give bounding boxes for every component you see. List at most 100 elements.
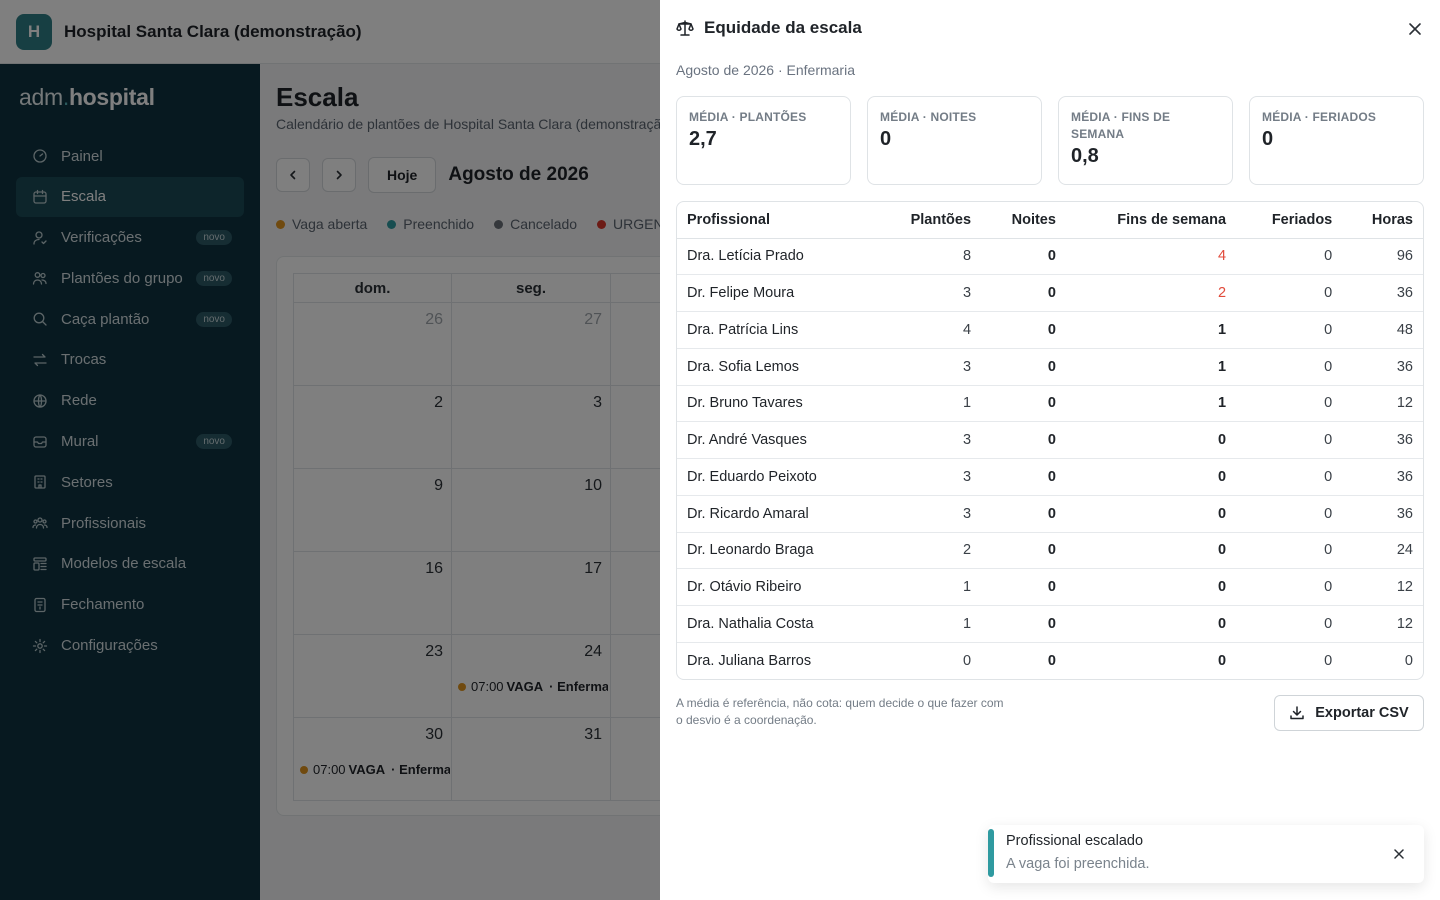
cell-plantoes: 3: [874, 495, 982, 533]
cell-horas: 12: [1342, 568, 1423, 606]
cell-feriados: 0: [1236, 238, 1343, 276]
cell-horas: 36: [1342, 495, 1423, 533]
cell-plantoes: 1: [874, 568, 982, 606]
cell-name: Dra. Sofia Lemos: [677, 348, 875, 386]
toast-message: A vaga foi preenchida.: [1006, 856, 1150, 872]
close-icon: [1409, 23, 1421, 35]
table-header-row: Profissional Plantões Noites Fins de semana…: [677, 202, 1423, 239]
close-drawer-button[interactable]: [1406, 20, 1424, 38]
drawer-subtitle: Agosto de 2026 · Enfermaria: [676, 62, 855, 78]
cell-plantoes: 0: [962, 652, 972, 669]
download-icon: [1289, 705, 1305, 721]
toast-title: Profissional escalado: [1006, 833, 1144, 849]
cell-noites: 0: [981, 532, 1066, 570]
cell-fins: 0: [1065, 568, 1237, 606]
cell-feriados: 0: [1236, 274, 1343, 312]
cell-plantoes: 3: [874, 458, 982, 496]
stat-card: Média · Plantões 2,7: [676, 96, 851, 185]
modal-overlay[interactable]: [0, 0, 660, 900]
cell-feriados: 0: [1236, 568, 1343, 606]
table-row: Dra. Letícia Prado 8 0 4 0 96: [677, 238, 1423, 276]
table-row: Dr. Otávio Ribeiro 1 0 0 0 12: [677, 568, 1423, 606]
drawer-title-text: Equidade da escala: [704, 18, 862, 37]
stat-label: Média · Fins de semana: [1071, 110, 1171, 141]
export-csv-label: Exportar CSV: [1315, 705, 1409, 721]
cell-fins: 2: [1065, 274, 1237, 312]
cell-fins: 0: [1065, 421, 1237, 459]
toast-close-button[interactable]: [1392, 847, 1406, 861]
cell-name: Dra. Letícia Prado: [677, 238, 875, 276]
cell-plantoes: 3: [874, 274, 982, 312]
cell-noites: 0: [981, 568, 1066, 606]
cell-name: Dr. Bruno Tavares: [677, 385, 875, 423]
cell-noites: 0: [981, 311, 1066, 349]
cell-plantoes: 1: [874, 605, 982, 643]
column-header[interactable]: Fins de semana: [1065, 202, 1237, 239]
cell-noites: 0: [981, 238, 1066, 276]
cell-name: Dra. Nathalia Costa: [677, 605, 875, 643]
cell-noites: 0: [981, 421, 1066, 459]
equity-drawer: Equidade da escala Agosto de 2026 · Enfe…: [660, 0, 1440, 900]
cell-noites: 0: [981, 495, 1066, 533]
cell-horas: 24: [1342, 532, 1423, 570]
cell-name: Dra. Patrícia Lins: [677, 311, 875, 349]
column-header[interactable]: Feriados: [1236, 202, 1343, 239]
cell-horas: 36: [1342, 348, 1423, 386]
cell-fins: 1: [1065, 348, 1237, 386]
toast-notification: Profissional escalado A vaga foi preench…: [988, 825, 1424, 883]
table-row: Dr. Ricardo Amaral 3 0 0 0 36: [677, 495, 1423, 533]
stats-row: Média · Plantões 2,7 Média · Noites 0 Média …: [676, 96, 1424, 185]
cell-fins: 4: [1065, 238, 1237, 276]
stat-value: 2,7: [689, 128, 717, 150]
stat-label: Média · Feriados: [1262, 110, 1377, 124]
stat-value: 0: [1262, 128, 1274, 150]
cell-horas: 96: [1342, 238, 1423, 276]
table-row: Dr. Felipe Moura 3 0 2 0 36: [677, 274, 1423, 312]
cell-name: Dr. Felipe Moura: [677, 274, 875, 312]
cell-plantoes: 2: [874, 532, 982, 570]
table-row: Dra. Patrícia Lins 4 0 1 0 48: [677, 311, 1423, 349]
cell-horas: 12: [1342, 385, 1423, 423]
cell-horas: 36: [1342, 274, 1423, 312]
table-row: Dr. Eduardo Peixoto 3 0 0 0 36: [677, 458, 1423, 496]
cell-fins: 0: [1065, 605, 1237, 643]
cell-fins: 1: [1065, 385, 1237, 423]
stat-value: 0,8: [1071, 145, 1099, 167]
footnote: A média é referência, não cota: quem dec…: [676, 696, 1004, 727]
column-header[interactable]: Horas: [1342, 202, 1423, 239]
cell-name: Dra. Juliana Barros: [687, 652, 812, 669]
export-csv-button[interactable]: Exportar CSV: [1274, 695, 1424, 731]
cell-horas: 12: [1342, 605, 1423, 643]
cell-noites: 0: [981, 385, 1066, 423]
column-header[interactable]: Noites: [981, 202, 1066, 239]
stat-label: Média · Plantões: [689, 110, 807, 124]
cell-fins: 1: [1065, 311, 1237, 349]
table-body: Dra. Letícia Prado 8 0 4 0 96 Dr. Felipe Moura…: [677, 238, 1423, 679]
close-icon: [1394, 849, 1404, 859]
table-row: Dr. André Vasques 3 0 0 0 36: [677, 421, 1423, 459]
drawer-title: Equidade da escala: [676, 18, 862, 38]
column-header[interactable]: Profissional: [677, 202, 875, 239]
cell-noites: 0: [981, 605, 1066, 643]
table-row: Dra. Nathalia Costa 1 0 0 0 12: [677, 605, 1423, 643]
cell-name: Dr. Eduardo Peixoto: [677, 458, 875, 496]
cell-feriados: 0: [1236, 605, 1343, 643]
stat-card: Média · Fins de semana 0,8: [1058, 96, 1233, 185]
cell-fins: 0: [1065, 532, 1237, 570]
cell-fins: 0: [1065, 458, 1237, 496]
table-row: Dra. Sofia Lemos 3 0 1 0 36: [677, 348, 1423, 386]
cell-plantoes: 3: [874, 348, 982, 386]
table-row: Dr. Leonardo Braga 2 0 0 0 24: [677, 532, 1423, 570]
cell-fins: 0: [1217, 652, 1227, 669]
cell-name: Dr. Leonardo Braga: [677, 532, 875, 570]
cell-horas: 48: [1342, 311, 1423, 349]
equity-table: Profissional Plantões Noites Fins de semana…: [676, 201, 1424, 680]
cell-plantoes: 4: [874, 311, 982, 349]
cell-plantoes: 1: [874, 385, 982, 423]
cell-noites: 0: [981, 458, 1066, 496]
cell-feriados: 0: [1236, 348, 1343, 386]
cell-noites: 0: [1047, 652, 1056, 669]
column-header[interactable]: Plantões: [874, 202, 982, 239]
cell-feriados: 0: [1236, 495, 1343, 533]
cell-fins: 0: [1065, 495, 1237, 533]
